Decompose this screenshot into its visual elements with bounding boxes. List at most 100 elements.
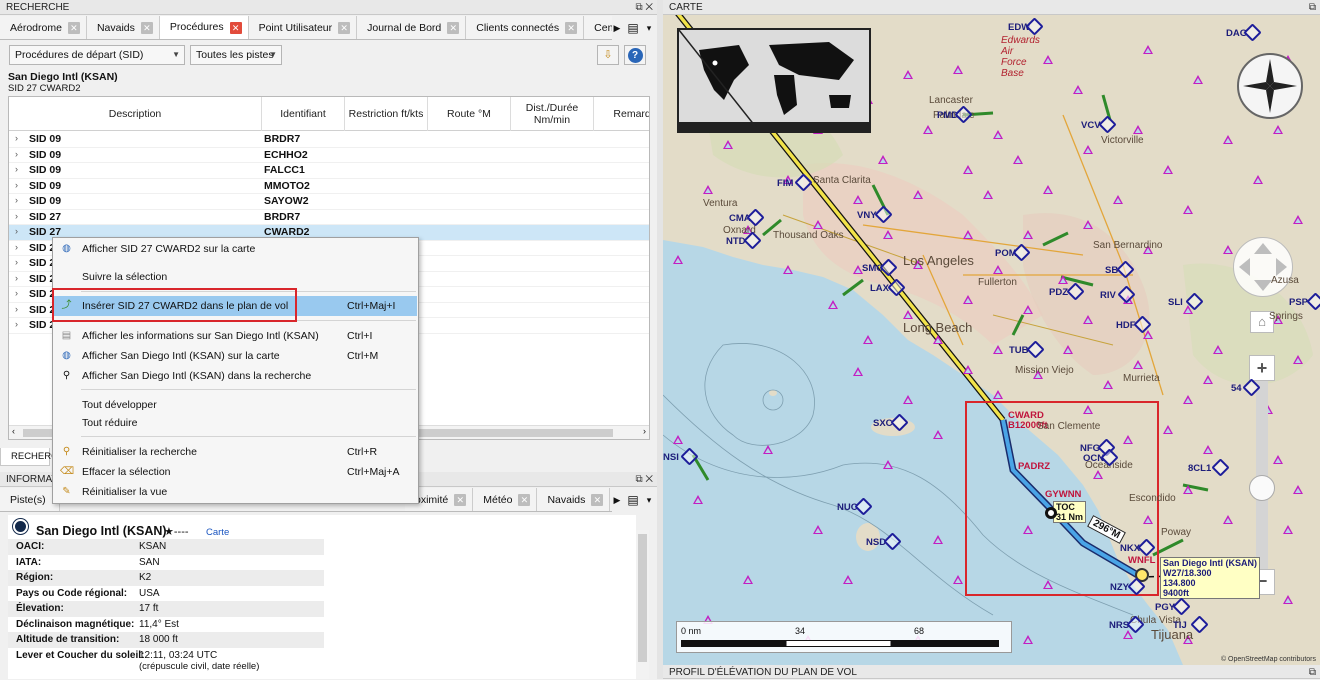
table-row[interactable]: › SID 09 SAYOW2 xyxy=(9,194,649,210)
chevron-right-icon[interactable]: › xyxy=(643,426,646,436)
table-row[interactable]: › SID 09 FALCC1 xyxy=(9,163,649,179)
table-row[interactable]: › SID 27 BRDR7 xyxy=(9,210,649,225)
chevron-right-icon[interactable]: › xyxy=(15,304,18,314)
chevron-right-icon[interactable]: › xyxy=(15,288,18,298)
map-panel-titlebar[interactable]: CARTE ⧉ xyxy=(663,0,1320,15)
navaid-label[interactable]: PSP xyxy=(1289,297,1308,308)
navaid-label[interactable]: SLI xyxy=(1168,297,1183,308)
chevron-right-icon[interactable]: › xyxy=(15,133,18,143)
col-route[interactable]: Route °M xyxy=(428,97,511,131)
pan-control[interactable] xyxy=(1233,237,1293,297)
map-link[interactable]: Carte xyxy=(206,527,229,538)
tab-navaids[interactable]: Navaids ✕ xyxy=(86,16,160,39)
tab-list-icon[interactable]: ▤ xyxy=(624,21,642,35)
table-row[interactable]: › SID 09 BRDR7 xyxy=(9,132,649,148)
col-identifier[interactable]: Identifiant xyxy=(262,97,345,131)
chevron-right-icon[interactable]: ▶ xyxy=(612,495,622,506)
map-view[interactable]: ⌂ + − CWARD B12000ft PADRZ GYWNN TOC 31 … xyxy=(663,15,1320,665)
close-icon[interactable]: ✕ xyxy=(229,21,242,34)
navaid-label[interactable]: NSD xyxy=(866,537,886,548)
help-button[interactable]: ? xyxy=(624,45,646,65)
navaid-label[interactable]: PGY xyxy=(1155,602,1175,613)
zoom-in-button[interactable]: + xyxy=(1249,355,1275,381)
menu-show-procedure-on-map[interactable]: ◍ Afficher SID 27 CWARD2 sur la carte xyxy=(54,239,417,259)
navaid-label[interactable]: LAX xyxy=(870,283,889,294)
close-icon[interactable]: ✕ xyxy=(454,494,467,506)
menu-show-airport-on-map[interactable]: ◍ Afficher San Diego Intl (KSAN) sur la c… xyxy=(54,346,417,366)
menu-show-airport-info[interactable]: ▤ Afficher les informations sur San Diego… xyxy=(54,326,417,346)
navaid-label[interactable]: VNY xyxy=(857,210,877,221)
tab-aerodrome[interactable]: Aérodrome ✕ xyxy=(0,16,87,39)
runway-filter-select[interactable]: Toutes les pistes ▼ xyxy=(190,45,282,65)
airport-map-label[interactable]: San Diego Intl (KSAN) W27/18.300 134.800… xyxy=(1160,557,1260,599)
menu-expand-all[interactable]: Tout développer xyxy=(54,395,417,415)
tab-search-bottom[interactable]: RECHERCH xyxy=(0,448,65,466)
navaid-label[interactable]: FIM xyxy=(777,178,793,189)
tab-centers[interactable]: Centres con xyxy=(584,16,612,39)
tab-list-icon[interactable]: ▤ xyxy=(624,493,642,507)
panel-window-buttons[interactable]: ⧉ xyxy=(1309,665,1316,680)
navaid-label[interactable]: TUB xyxy=(1009,345,1029,356)
compass-rose[interactable] xyxy=(1237,53,1303,119)
col-distance[interactable]: Dist./Durée Nm/min xyxy=(511,97,594,131)
chevron-right-icon[interactable]: › xyxy=(15,257,18,267)
navaid-label[interactable]: VCV xyxy=(1081,120,1101,131)
overview-map[interactable] xyxy=(677,28,871,133)
close-icon[interactable]: ✕ xyxy=(591,494,604,506)
menu-clear-selection[interactable]: ⌫ Effacer la sélection Ctrl+Maj+A xyxy=(54,462,417,482)
navaid-label[interactable]: NTD xyxy=(726,236,746,247)
elevation-profile-titlebar[interactable]: PROFIL D'ÉLÉVATION DU PLAN DE VOL ⧉ xyxy=(663,665,1320,679)
close-icon[interactable]: ✕ xyxy=(140,22,153,34)
col-restriction[interactable]: Restriction ft/kts xyxy=(345,97,428,131)
navaid-label[interactable]: NRS xyxy=(1109,620,1129,631)
close-icon[interactable]: ✕ xyxy=(338,22,351,34)
procedure-type-select[interactable]: Procédures de départ (SID) ▼ xyxy=(9,45,185,65)
navaid-label[interactable]: NZY xyxy=(1110,582,1129,593)
chevron-right-icon[interactable]: › xyxy=(15,164,18,174)
menu-reset-search[interactable]: ⚲ Réinitialiser la recherche Ctrl+R xyxy=(54,442,417,462)
chevron-right-icon[interactable]: › xyxy=(15,273,18,283)
navaid-label[interactable]: 8CL1 xyxy=(1188,463,1211,474)
zoom-slider-handle[interactable] xyxy=(1249,475,1275,501)
chevron-left-icon[interactable]: ‹ xyxy=(12,426,15,436)
menu-show-airport-in-search[interactable]: ⚲ Afficher San Diego Intl (KSAN) dans la … xyxy=(54,366,417,386)
panel-window-buttons[interactable]: ⧉ ✕ xyxy=(635,472,653,487)
tab-connected-clients[interactable]: Clients connectés ✕ xyxy=(466,16,585,39)
navaid-label[interactable]: NKX xyxy=(1120,543,1140,554)
close-icon[interactable]: ✕ xyxy=(565,22,578,34)
navaid-label[interactable]: NSI xyxy=(663,452,679,463)
tab-info-navaids[interactable]: Navaids ✕ xyxy=(537,488,611,511)
tab-logbook[interactable]: Journal de Bord ✕ xyxy=(357,16,467,39)
close-icon[interactable]: ✕ xyxy=(447,22,460,34)
chevron-right-icon[interactable]: › xyxy=(15,180,18,190)
navaid-label[interactable]: RIV xyxy=(1100,290,1116,301)
menu-follow-selection[interactable]: Suivre la sélection xyxy=(54,267,417,287)
export-button[interactable]: ⇩ xyxy=(597,45,619,65)
tab-user-point[interactable]: Point Utilisateur ✕ xyxy=(248,16,358,39)
info-vertical-scrollbar[interactable] xyxy=(636,530,649,679)
tab-procedures[interactable]: Procédures ✕ xyxy=(159,16,249,39)
navaid-label[interactable]: SB xyxy=(1105,265,1118,276)
chevron-right-icon[interactable]: › xyxy=(15,242,18,252)
chevron-down-icon[interactable]: ▾ xyxy=(644,23,654,34)
panel-window-buttons[interactable]: ⧉ ✕ xyxy=(635,0,653,15)
col-description[interactable]: Description xyxy=(9,97,262,131)
tab-weather[interactable]: Météo ✕ xyxy=(473,488,538,511)
chevron-right-icon[interactable]: › xyxy=(15,149,18,159)
menu-reset-view[interactable]: ✎ Réinitialiser la vue xyxy=(54,482,417,502)
table-row[interactable]: › SID 09 ECHHO2 xyxy=(9,148,649,163)
chevron-right-icon[interactable]: ▶ xyxy=(612,23,622,34)
table-row[interactable]: › SID 09 MMOTO2 xyxy=(9,179,649,194)
navaid-label[interactable]: TIJ xyxy=(1173,620,1187,631)
menu-collapse-all[interactable]: Tout réduire xyxy=(54,413,417,433)
navaid-label[interactable]: HDF xyxy=(1116,320,1136,331)
chevron-right-icon[interactable]: › xyxy=(15,211,18,221)
scroll-thumb[interactable] xyxy=(638,534,647,662)
close-icon[interactable]: ✕ xyxy=(67,22,80,34)
chevron-right-icon[interactable]: › xyxy=(15,195,18,205)
search-panel-titlebar[interactable]: RECHERCHE ⧉ ✕ xyxy=(0,0,657,15)
chevron-right-icon[interactable]: › xyxy=(15,319,18,329)
navaid-label[interactable]: PDZ xyxy=(1049,287,1068,298)
chevron-down-icon[interactable]: ▾ xyxy=(644,495,654,506)
panel-window-buttons[interactable]: ⧉ xyxy=(1309,0,1316,15)
